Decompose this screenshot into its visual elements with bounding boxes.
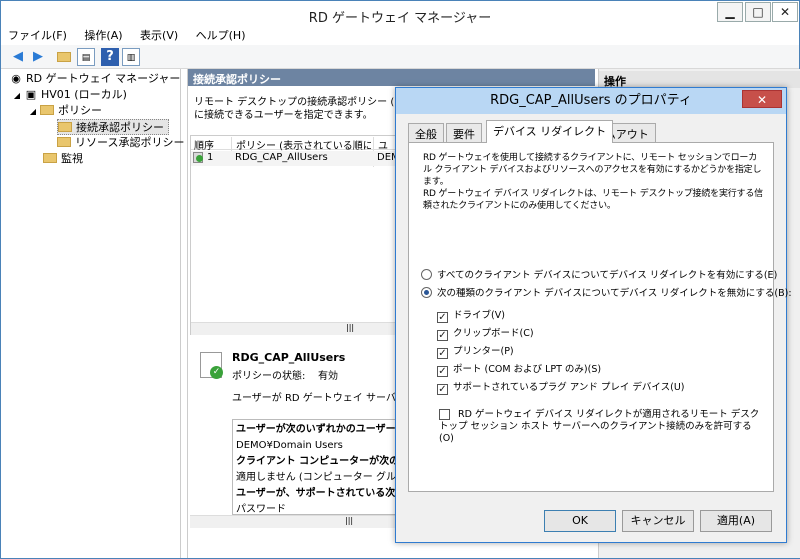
tree-item-rap[interactable]: リソース承認ポリシー [57,135,184,151]
checkbox-checked-icon[interactable]: ✓ [437,384,448,395]
tree-label-root: RD ゲートウェイ マネージャー [26,72,181,85]
properties-dialog: RDG_CAP_AllUsers のプロパティ ✕ 全般 要件 デバイス リダイ… [395,87,792,543]
folder-icon [40,105,54,115]
toolbar: ◀ ▶ ▤ ? ▥ [1,45,799,69]
detail-line: クライアント コンピューターが次のいずれ [236,456,397,467]
tree-label-monitor: 監視 [61,152,83,165]
checkbox-ports[interactable]: ✓ ポート (COM および LPT のみ)(S) [437,361,601,377]
detail-status-label: ポリシーの状態: [232,371,306,382]
ok-button[interactable]: OK [544,510,616,532]
radio-enable-all[interactable]: すべてのクライアント デバイスについてデバイス リダイレクトを有効にする(E) [421,267,777,281]
apply-button[interactable]: 適用(A) [700,510,772,532]
table-row[interactable]: 1 RDG_CAP_AllUsers DEMO [191,151,408,166]
checkbox-checked-icon[interactable]: ✓ [437,330,448,341]
check-badge-icon: ✓ [210,366,223,379]
horizontal-scrollbar[interactable]: ||| [191,322,397,335]
gateway-manager-icon: ◉ [11,72,21,85]
column-order[interactable]: 順序 [194,137,214,152]
detail-line: パスワード [236,504,286,515]
checkbox-checked-icon[interactable]: ✓ [437,348,448,359]
checkbox-checked-icon[interactable]: ✓ [437,366,448,377]
row-order: 1 [207,152,214,163]
collapse-icon: ◢ [13,91,21,100]
scroll-thumb-icon: ||| [345,516,354,525]
dialog-close-button[interactable]: ✕ [742,90,782,108]
row-policy: RDG_CAP_AllUsers [235,152,328,163]
folder-icon [58,122,72,132]
checkbox-label: クリップボード(C) [453,328,534,339]
checkbox-unchecked-icon[interactable] [439,409,450,420]
tab-content: RD ゲートウェイを使用して接続するクライアントに、リモート セッションでローカ… [408,142,792,492]
center-header: 接続承認ポリシー [188,69,595,86]
menu-bar: ファイル(F) 操作(A) 表示(V) ヘルプ(H) [1,25,799,45]
policy-list: 順序 ポリシー (表示されている順に... ユー 1 RDG_CAP_AllUs… [190,135,408,335]
detail-line: ユーザーが、サポートされている次の Wi [236,488,398,499]
checkbox-checked-icon[interactable]: ✓ [437,312,448,323]
checkbox-clipboard[interactable]: ✓ クリップボード(C) [437,325,534,341]
detail-status-value: 有効 [318,371,338,382]
menu-help[interactable]: ヘルプ(H) [189,25,253,45]
up-folder-icon[interactable] [55,48,73,66]
checkbox-label: ドライブ(V) [453,310,505,321]
tree-item-root[interactable]: ◉ RD ゲートウェイ マネージャー [9,71,180,87]
center-description: リモート デスクトップの接続承認ポリシー (RD CAP) に接続できるユーザー… [194,97,404,121]
detail-line: DEMO¥Domain Users [236,440,343,451]
radio-disable-label: 次の種類のクライアント デバイスについてデバイス リダイレクトを無効にする(B)… [437,288,792,299]
tab-requirements[interactable]: 要件 [446,123,482,142]
detail-name: RDG_CAP_AllUsers [232,351,346,364]
menu-view[interactable]: 表示(V) [133,25,185,45]
scroll-thumb-icon: ||| [346,323,355,332]
detail-summary: ユーザーが RD ゲートウェイ サーバーにアク [232,393,396,404]
radio-button[interactable] [421,269,432,280]
checkbox-label: ポート (COM および LPT のみ)(S) [453,364,602,375]
collapse-icon: ◢ [29,107,37,116]
window-title: RD ゲートウェイ マネージャー [308,11,492,26]
tab-general[interactable]: 全般 [408,123,444,142]
help-icon[interactable]: ? [101,48,119,66]
maximize-button[interactable]: □ [745,2,771,22]
tree-item-cap[interactable]: 接続承認ポリシー [57,119,169,135]
back-arrow-icon[interactable]: ◀ [9,48,27,66]
list-header: 順序 ポリシー (表示されている順に... ユー [191,136,397,167]
tree-label-cap: 接続承認ポリシー [76,121,164,134]
forward-arrow-icon[interactable]: ▶ [29,48,47,66]
detail-box: ユーザーが次のいずれかのユーザー グル DEMO¥Domain Users クラ… [232,419,398,515]
tree-item-server[interactable]: ◢ ▣ HV01 (ローカル) [13,87,127,103]
checkbox-pnp[interactable]: ✓ サポートされているプラグ アンド プレイ デバイス(U) [437,379,684,395]
checkbox-label: プリンター(P) [453,346,514,357]
actions-header: 操作 [599,71,800,88]
detail-line: ユーザーが次のいずれかのユーザー グル [236,424,397,435]
tab-device-redirection[interactable]: デバイス リダイレクト [486,120,614,143]
checkbox-allow-only[interactable]: RD ゲートウェイ デバイス リダイレクトが適用されるリモート デスクトップ セ… [421,408,765,445]
checkbox-drive[interactable]: ✓ ドライブ(V) [437,307,505,323]
detail-horizontal-scrollbar[interactable]: ||| [190,515,398,528]
tree-label-rap: リソース承認ポリシー [75,136,185,149]
redirect-description: RD ゲートウェイを使用して接続するクライアントに、リモート セッションでローカ… [423,153,763,211]
menu-action[interactable]: 操作(A) [77,25,129,45]
tree-label-server: HV01 (ローカル) [41,88,127,101]
menu-file[interactable]: ファイル(F) [1,25,74,45]
navigation-tree: ◉ RD ゲートウェイ マネージャー ◢ ▣ HV01 (ローカル) ◢ ポリシー 接続… [5,69,184,558]
show-hide-tree-icon[interactable]: ▤ [77,48,95,66]
cancel-button[interactable]: キャンセル [622,510,694,532]
dialog-title: RDG_CAP_AllUsers のプロパティ [396,88,786,114]
radio-disable-selected[interactable]: 次の種類のクライアント デバイスについてデバイス リダイレクトを無効にする(B)… [421,285,792,299]
radio-enable-all-label: すべてのクライアント デバイスについてデバイス リダイレクトを有効にする(E) [437,270,778,281]
tree-item-monitor[interactable]: 監視 [43,151,83,167]
folder-icon [57,137,71,147]
checkbox-printer[interactable]: ✓ プリンター(P) [437,343,514,359]
radio-button-selected[interactable] [421,287,432,298]
minimize-button[interactable]: ▁ [717,2,743,22]
checkbox-allow-only-label: RD ゲートウェイ デバイス リダイレクトが適用されるリモート デスクトップ セ… [439,409,760,444]
tree-label-policies: ポリシー [58,104,102,117]
detail-line: 適用しません (コンピューター グループが指 [236,472,397,483]
show-action-pane-icon[interactable]: ▥ [122,48,140,66]
tree-item-policies[interactable]: ◢ ポリシー [29,103,102,119]
enabled-check-icon [196,155,203,162]
server-icon: ▣ [25,88,37,101]
close-button[interactable]: ✕ [772,2,798,22]
folder-icon [43,153,57,163]
checkbox-label: サポートされているプラグ アンド プレイ デバイス(U) [453,382,685,393]
column-policy[interactable]: ポリシー (表示されている順に... [231,137,371,152]
